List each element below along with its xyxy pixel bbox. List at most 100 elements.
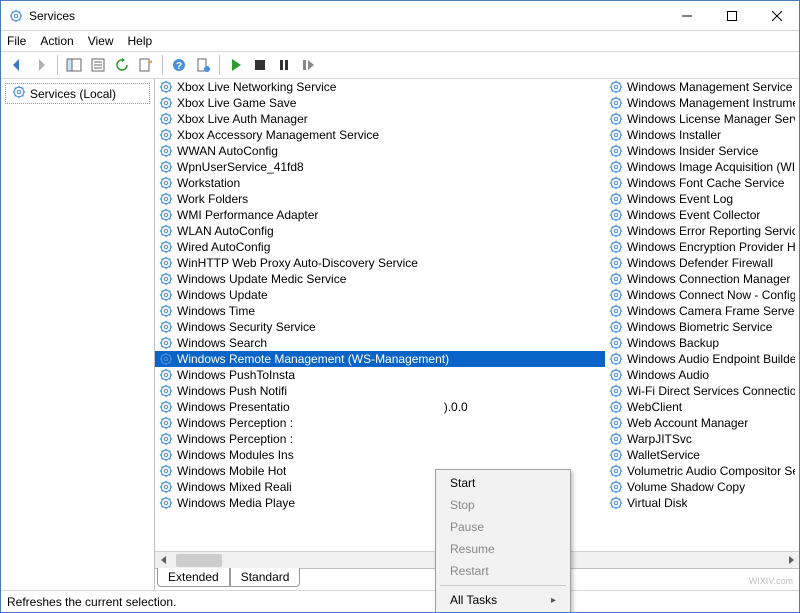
service-row[interactable]: Windows Biometric Service	[605, 319, 799, 335]
service-row[interactable]: Windows Encryption Provider Hos	[605, 239, 799, 255]
service-column-right[interactable]: Windows Management ServiceWindows Manage…	[605, 79, 799, 551]
service-row[interactable]: Windows Time	[155, 303, 605, 319]
service-row[interactable]: Windows Audio Endpoint Builder	[605, 351, 799, 367]
close-button[interactable]	[754, 1, 799, 30]
service-row[interactable]: Workstation	[155, 175, 605, 191]
service-row[interactable]: Windows Image Acquisition (WIA)	[605, 159, 799, 175]
gear-icon	[159, 432, 173, 446]
service-row[interactable]: Xbox Live Auth Manager	[155, 111, 605, 127]
service-row[interactable]: Windows Event Collector	[605, 207, 799, 223]
menu-file[interactable]: File	[7, 34, 26, 48]
service-row[interactable]: Windows Remote Management (WS-Management…	[155, 351, 605, 367]
minimize-button[interactable]	[664, 1, 709, 30]
ctx-stop[interactable]: Stop	[436, 494, 570, 516]
service-label: Windows Camera Frame Server	[627, 304, 795, 318]
properties-toolbar-button[interactable]	[87, 54, 109, 76]
service-row[interactable]: Windows Error Reporting Service	[605, 223, 799, 239]
service-row[interactable]: WalletService	[605, 447, 799, 463]
service-row[interactable]: Windows Audio	[605, 367, 799, 383]
service-label: Volumetric Audio Compositor Serv	[627, 464, 795, 478]
service-row[interactable]: Windows Perception :	[155, 415, 605, 431]
service-label: Windows Push Notifi	[177, 384, 287, 398]
pause-service-button[interactable]	[273, 54, 295, 76]
service-label: Windows Update Medic Service	[177, 272, 346, 286]
service-label: Windows Perception :	[177, 432, 293, 446]
service-row[interactable]: Windows Modules Ins	[155, 447, 605, 463]
service-row[interactable]: Xbox Live Game Save	[155, 95, 605, 111]
stop-service-button[interactable]	[249, 54, 271, 76]
gear-icon	[609, 144, 623, 158]
service-row[interactable]: Windows PushToInsta	[155, 367, 605, 383]
tab-extended[interactable]: Extended	[157, 568, 230, 587]
ctx-start[interactable]: Start	[436, 472, 570, 494]
service-row[interactable]: WWAN AutoConfig	[155, 143, 605, 159]
service-row[interactable]: Wi-Fi Direct Services Connection M	[605, 383, 799, 399]
service-row[interactable]: Windows Management Instrumen	[605, 95, 799, 111]
restart-service-button[interactable]	[297, 54, 319, 76]
help-topic-button[interactable]	[192, 54, 214, 76]
ctx-resume[interactable]: Resume	[436, 538, 570, 560]
show-hide-tree-button[interactable]	[63, 54, 85, 76]
service-row[interactable]: WebClient	[605, 399, 799, 415]
service-row[interactable]: WLAN AutoConfig	[155, 223, 605, 239]
service-label: Windows Error Reporting Service	[627, 224, 795, 238]
service-row[interactable]: Xbox Live Networking Service	[155, 79, 605, 95]
forward-button[interactable]	[30, 54, 52, 76]
service-row[interactable]: Virtual Disk	[605, 495, 799, 511]
service-row[interactable]: Work Folders	[155, 191, 605, 207]
service-row[interactable]: Windows Update Medic Service	[155, 271, 605, 287]
ctx-all-tasks[interactable]: All Tasks▸	[436, 589, 570, 611]
service-label: Xbox Live Game Save	[177, 96, 296, 110]
back-button[interactable]	[6, 54, 28, 76]
service-row[interactable]: Web Account Manager	[605, 415, 799, 431]
service-row[interactable]: Windows Presentatio).0.0	[155, 399, 605, 415]
refresh-toolbar-button[interactable]	[111, 54, 133, 76]
service-row[interactable]: Windows Connection Manager	[605, 271, 799, 287]
service-row[interactable]: Windows Security Service	[155, 319, 605, 335]
service-row[interactable]: Windows Search	[155, 335, 605, 351]
scroll-right-button[interactable]	[782, 552, 799, 569]
service-row[interactable]: Windows Update	[155, 287, 605, 303]
context-menu: Start Stop Pause Resume Restart All Task…	[435, 469, 571, 613]
service-row[interactable]: Windows Connect Now - Config R	[605, 287, 799, 303]
tree-root[interactable]: Services (Local)	[5, 83, 150, 104]
service-row[interactable]: Windows License Manager Service	[605, 111, 799, 127]
service-row[interactable]: Volume Shadow Copy	[605, 479, 799, 495]
ctx-all-tasks-label: All Tasks	[450, 593, 497, 607]
tab-standard[interactable]: Standard	[230, 568, 301, 587]
help-toolbar-button[interactable]: ?	[168, 54, 190, 76]
service-label: Wi-Fi Direct Services Connection M	[627, 384, 795, 398]
scroll-thumb[interactable]	[176, 554, 222, 567]
maximize-button[interactable]	[709, 1, 754, 30]
menu-action[interactable]: Action	[40, 34, 73, 48]
gear-icon	[609, 304, 623, 318]
start-service-button[interactable]	[225, 54, 247, 76]
service-row[interactable]: Windows Camera Frame Server	[605, 303, 799, 319]
gear-icon	[609, 80, 623, 94]
service-row[interactable]: WMI Performance Adapter	[155, 207, 605, 223]
service-row[interactable]: Windows Push Notifi	[155, 383, 605, 399]
service-row[interactable]: Windows Insider Service	[605, 143, 799, 159]
service-label: Xbox Accessory Management Service	[177, 128, 379, 142]
service-row[interactable]: WinHTTP Web Proxy Auto-Discovery Service	[155, 255, 605, 271]
service-row[interactable]: Wired AutoConfig	[155, 239, 605, 255]
menu-help[interactable]: Help	[128, 34, 153, 48]
service-row[interactable]: Volumetric Audio Compositor Serv	[605, 463, 799, 479]
ctx-restart[interactable]: Restart	[436, 560, 570, 582]
service-row[interactable]: Windows Backup	[605, 335, 799, 351]
scroll-left-button[interactable]	[155, 552, 172, 569]
service-row[interactable]: WpnUserService_41fd8	[155, 159, 605, 175]
export-list-button[interactable]	[135, 54, 157, 76]
service-row[interactable]: Windows Event Log	[605, 191, 799, 207]
service-row[interactable]: Windows Defender Firewall	[605, 255, 799, 271]
tree-root-label: Services (Local)	[30, 87, 116, 101]
ctx-pause[interactable]: Pause	[436, 516, 570, 538]
gear-icon	[159, 320, 173, 334]
service-row[interactable]: Windows Management Service	[605, 79, 799, 95]
service-row[interactable]: Windows Perception :	[155, 431, 605, 447]
service-row[interactable]: Xbox Accessory Management Service	[155, 127, 605, 143]
service-row[interactable]: Windows Installer	[605, 127, 799, 143]
menu-view[interactable]: View	[88, 34, 114, 48]
service-row[interactable]: WarpJITSvc	[605, 431, 799, 447]
service-row[interactable]: Windows Font Cache Service	[605, 175, 799, 191]
